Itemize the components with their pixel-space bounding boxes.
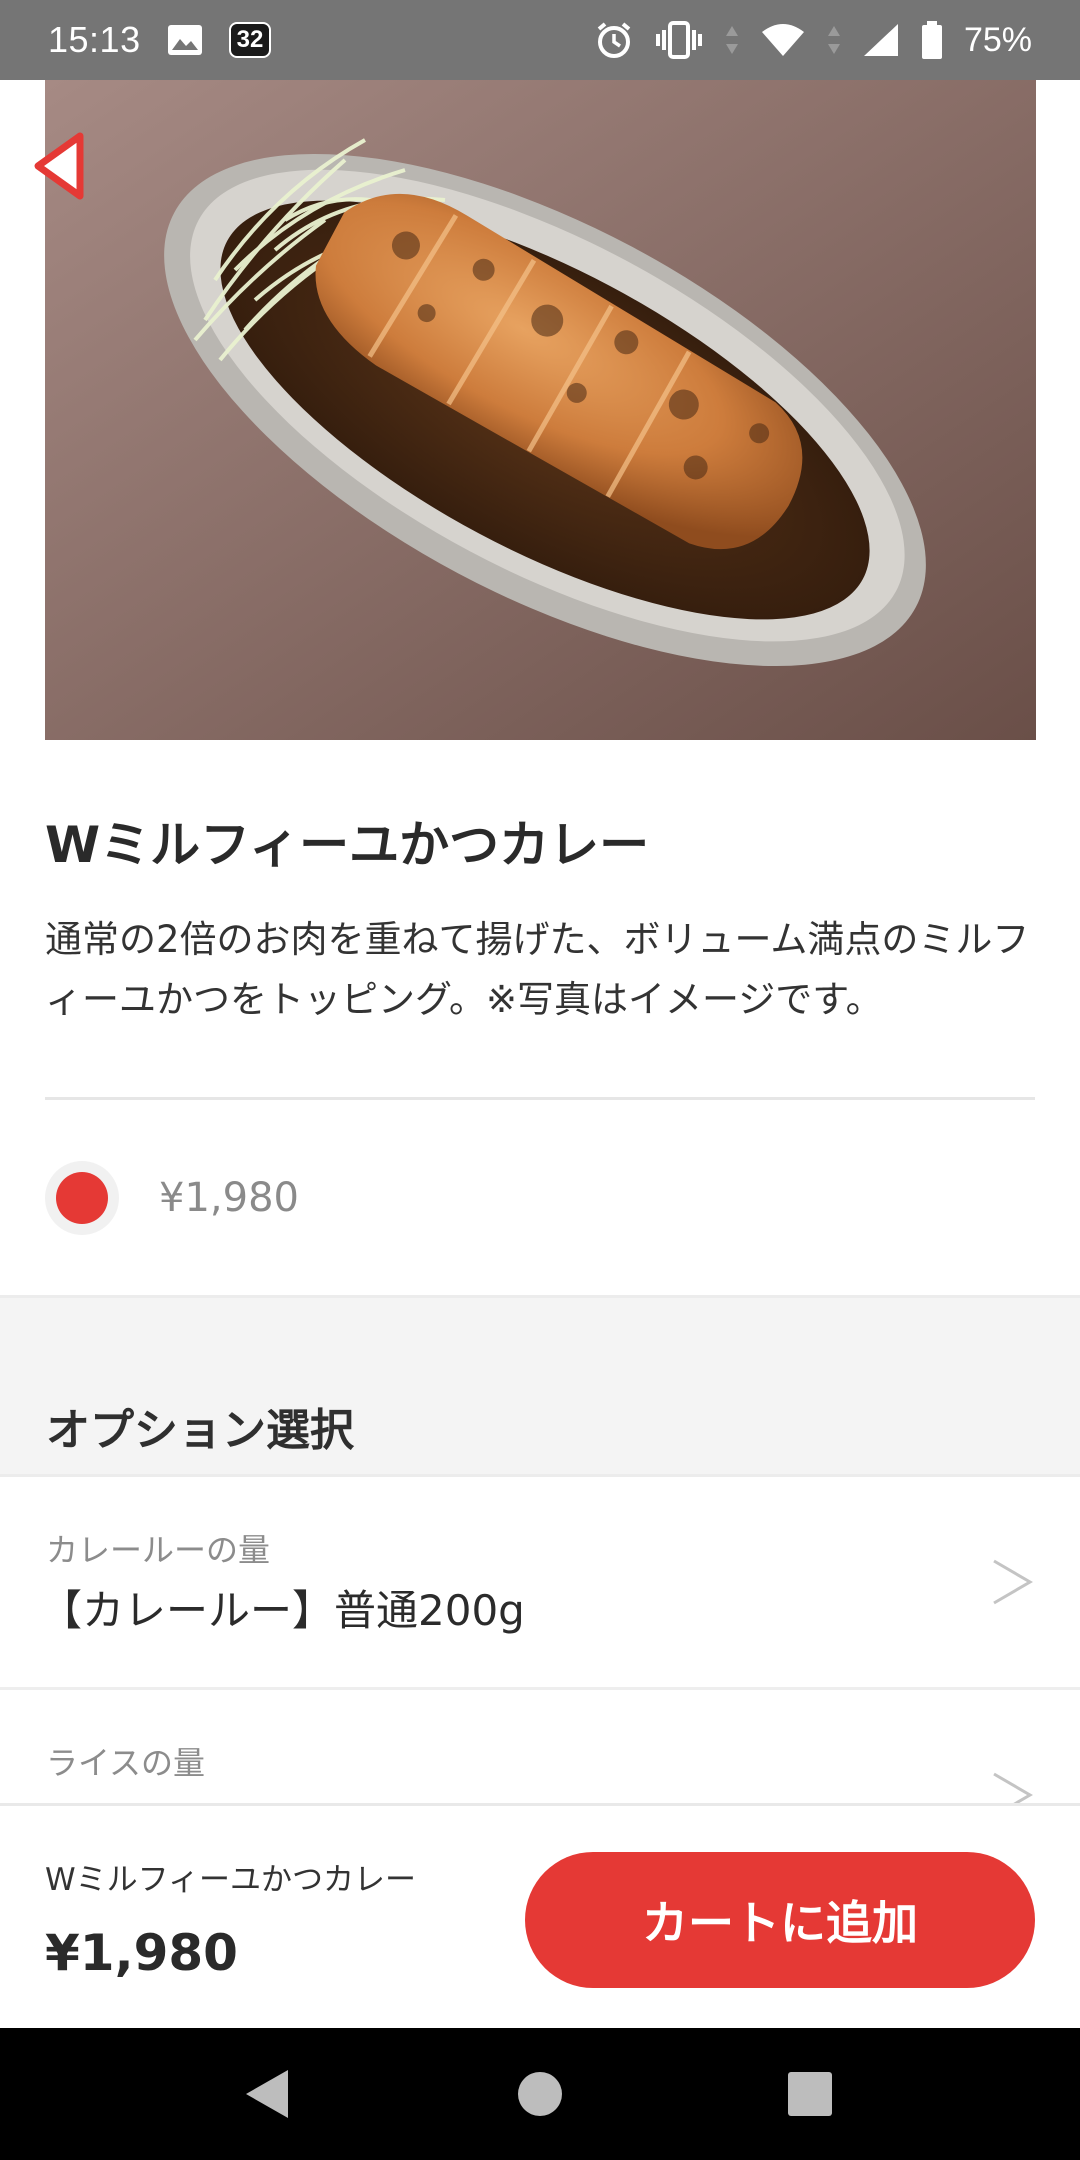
options-section-header: オプション選択: [0, 1295, 1080, 1477]
product-description: 通常の2倍のお肉を重ねて揚げた、ボリューム満点のミルフィーユかつをトッピング。※…: [45, 918, 1030, 1021]
notification-badge: 32: [228, 22, 272, 58]
data-arrows-icon-2: [826, 20, 842, 60]
price-option-label: ¥1,980: [159, 1175, 299, 1221]
battery-icon: [920, 20, 944, 60]
vibrate-icon: [654, 20, 704, 60]
option-item-rice-amount[interactable]: ライスの量: [0, 1690, 1080, 1820]
wifi-icon: [760, 22, 806, 58]
system-nav-bar: [0, 2028, 1080, 2160]
cart-bar: Wミルフィーユかつカレー ¥1,980 カートに追加: [0, 1803, 1080, 2028]
cart-total-price: ¥1,980: [45, 1924, 238, 1982]
square-recents-icon: [788, 2072, 832, 2116]
option-label: カレールーの量: [46, 1531, 271, 1569]
nav-home-button[interactable]: [480, 2028, 600, 2160]
price-radio[interactable]: [45, 1161, 119, 1235]
screen: 15:13 32 75% Wミルフィーユかつカレー 通常の2倍のお肉を重ねて揚げ…: [0, 0, 1080, 2160]
radio-selected-dot: [56, 1172, 108, 1224]
circle-home-icon: [518, 2072, 562, 2116]
signal-icon: [862, 22, 900, 58]
status-bar: 15:13 32 75%: [0, 0, 1080, 80]
back-arrow-icon: [34, 132, 84, 200]
triangle-back-icon: [246, 2070, 288, 2118]
divider: [45, 1097, 1035, 1100]
product-title: Wミルフィーユかつカレー: [45, 816, 650, 874]
product-image: [45, 80, 1036, 740]
chevron-right-icon: [993, 1559, 1033, 1605]
option-label: ライスの量: [46, 1744, 206, 1782]
alarm-icon: [594, 20, 634, 60]
option-value: 【カレールー】普通200g: [40, 1586, 525, 1635]
options-section-title: オプション選択: [46, 1405, 354, 1456]
back-button[interactable]: [28, 128, 90, 204]
battery-percent: 75%: [963, 20, 1032, 59]
data-arrows-icon: [724, 20, 740, 60]
add-to-cart-button[interactable]: カートに追加: [525, 1852, 1035, 1988]
status-time: 15:13: [48, 19, 141, 60]
nav-back-button[interactable]: [207, 2028, 327, 2160]
image-icon: [167, 24, 203, 56]
nav-recents-button[interactable]: [750, 2028, 870, 2160]
price-option[interactable]: ¥1,980: [45, 1158, 299, 1238]
option-item-curry-amount[interactable]: カレールーの量 【カレールー】普通200g: [0, 1477, 1080, 1690]
cart-item-name: Wミルフィーユかつカレー: [45, 1862, 417, 1898]
